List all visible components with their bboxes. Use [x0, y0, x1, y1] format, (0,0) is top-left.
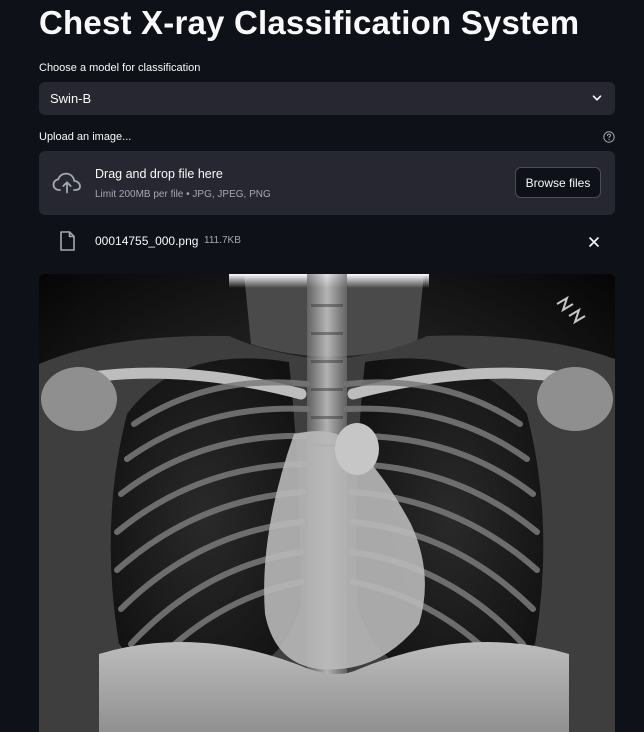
dropzone-limit-text: Limit 200MB per file • JPG, JPEG, PNG — [95, 189, 271, 200]
page-title: Chest X-ray Classification System — [39, 4, 580, 41]
close-icon[interactable] — [588, 236, 600, 248]
uploaded-xray-image — [39, 274, 615, 732]
upload-label: Upload an image... — [39, 131, 132, 143]
file-dropzone[interactable]: Drag and drop file here Limit 200MB per … — [39, 151, 615, 215]
app-root: Chest X-ray Classification System Choose… — [0, 0, 644, 732]
dropzone-instruction: Drag and drop file here — [95, 167, 223, 181]
chevron-down-icon — [592, 95, 602, 101]
model-select-value: Swin-B — [50, 91, 92, 106]
xray-image-graphic — [39, 274, 615, 732]
uploaded-file-item: 00014755_000.png 111.7KB — [39, 228, 615, 256]
browse-files-button[interactable]: Browse files — [515, 167, 601, 198]
cloud-upload-icon — [52, 172, 81, 194]
uploaded-file-name: 00014755_000.png — [95, 234, 199, 248]
model-select-label: Choose a model for classification — [39, 62, 201, 74]
file-icon — [60, 231, 75, 251]
help-circle-icon[interactable] — [603, 131, 615, 143]
model-select[interactable]: Swin-B — [39, 82, 615, 115]
uploaded-file-size: 111.7KB — [204, 235, 241, 246]
